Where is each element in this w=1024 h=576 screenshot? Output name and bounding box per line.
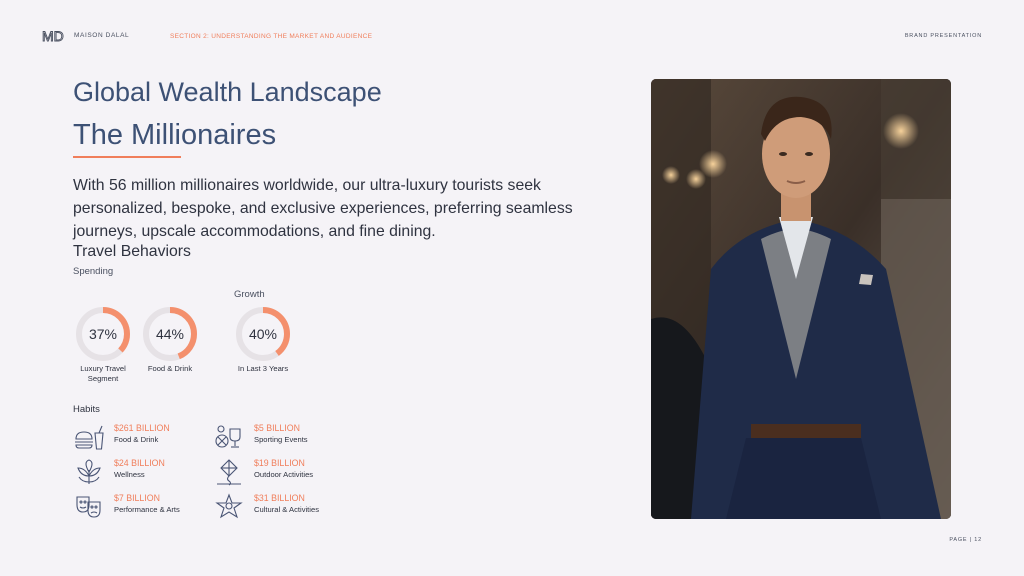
donut-value: 44% xyxy=(155,326,185,342)
habit-name: Outdoor Activities xyxy=(254,470,314,479)
habit-cultural-activities: $31 BILLION Cultural & Activities xyxy=(211,493,319,521)
habit-name: Cultural & Activities xyxy=(254,505,319,514)
donut-growth: 40% xyxy=(235,306,291,362)
habit-name: Food & Drink xyxy=(114,435,159,444)
body-paragraph: With 56 million millionaires worldwide, … xyxy=(73,177,573,240)
caption-line: In Last 3 Years xyxy=(237,364,289,373)
habit-amount: $19 BILLION xyxy=(254,458,305,468)
growth-label: Growth xyxy=(234,289,265,300)
habit-food-drink: $261 BILLION Food & Drink xyxy=(71,423,170,451)
habit-amount: $261 BILLION xyxy=(114,423,170,433)
habit-sporting-events: $5 BILLION Sporting Events xyxy=(211,423,308,451)
title-underline xyxy=(73,156,181,158)
section-label: SECTION 2: UNDERSTANDING THE MARKET AND … xyxy=(170,33,373,40)
habit-amount: $31 BILLION xyxy=(254,493,305,503)
habit-performance-arts: $7 BILLION Performance & Arts xyxy=(71,493,180,521)
donut-value: 40% xyxy=(248,326,278,342)
svg-text:MD: MD xyxy=(42,28,64,43)
travel-behaviors-heading: Travel Behaviors xyxy=(73,243,191,260)
donut-luxury-travel: 37% xyxy=(75,306,131,362)
caption-line: Segment xyxy=(87,374,119,383)
page-title: Global Wealth Landscape xyxy=(73,77,382,107)
habit-amount: $24 BILLION xyxy=(114,458,165,468)
donut-food-drink: 44% xyxy=(142,306,198,362)
brand-presentation-label: BRAND PRESENTATION xyxy=(904,33,982,39)
habit-amount: $7 BILLION xyxy=(114,493,160,503)
habit-outdoor-activities: $19 BILLION Outdoor Activities xyxy=(211,458,313,486)
wellness-leaf-icon xyxy=(71,458,107,486)
habit-name: Wellness xyxy=(114,470,145,479)
page-number: PAGE | 12 xyxy=(949,537,982,543)
habit-name: Sporting Events xyxy=(254,435,308,444)
theater-masks-icon xyxy=(71,493,107,521)
habits-label: Habits xyxy=(73,404,100,415)
habit-name: Performance & Arts xyxy=(114,505,180,514)
spending-label: Spending xyxy=(73,266,114,277)
sports-icon xyxy=(211,423,247,451)
md-logo-icon: MD xyxy=(42,28,64,43)
habit-wellness: $24 BILLION Wellness xyxy=(71,458,165,486)
man-in-suit-image xyxy=(651,79,951,519)
outdoor-kite-icon xyxy=(211,458,247,486)
brand-logo: MD MAISON DALAL xyxy=(42,28,129,43)
food-drink-icon xyxy=(71,423,107,451)
donut-caption-food-drink: Food & Drink xyxy=(130,364,210,374)
habit-amount: $5 BILLION xyxy=(254,423,300,433)
caption-line: Food & Drink xyxy=(147,364,193,373)
hero-photo xyxy=(651,79,951,519)
culture-star-icon xyxy=(211,493,247,521)
donut-value: 37% xyxy=(88,326,118,342)
page-subtitle: The Millionaires xyxy=(73,119,277,151)
donut-caption-growth: In Last 3 Years xyxy=(223,364,303,374)
logo-text: MAISON DALAL xyxy=(74,32,130,39)
